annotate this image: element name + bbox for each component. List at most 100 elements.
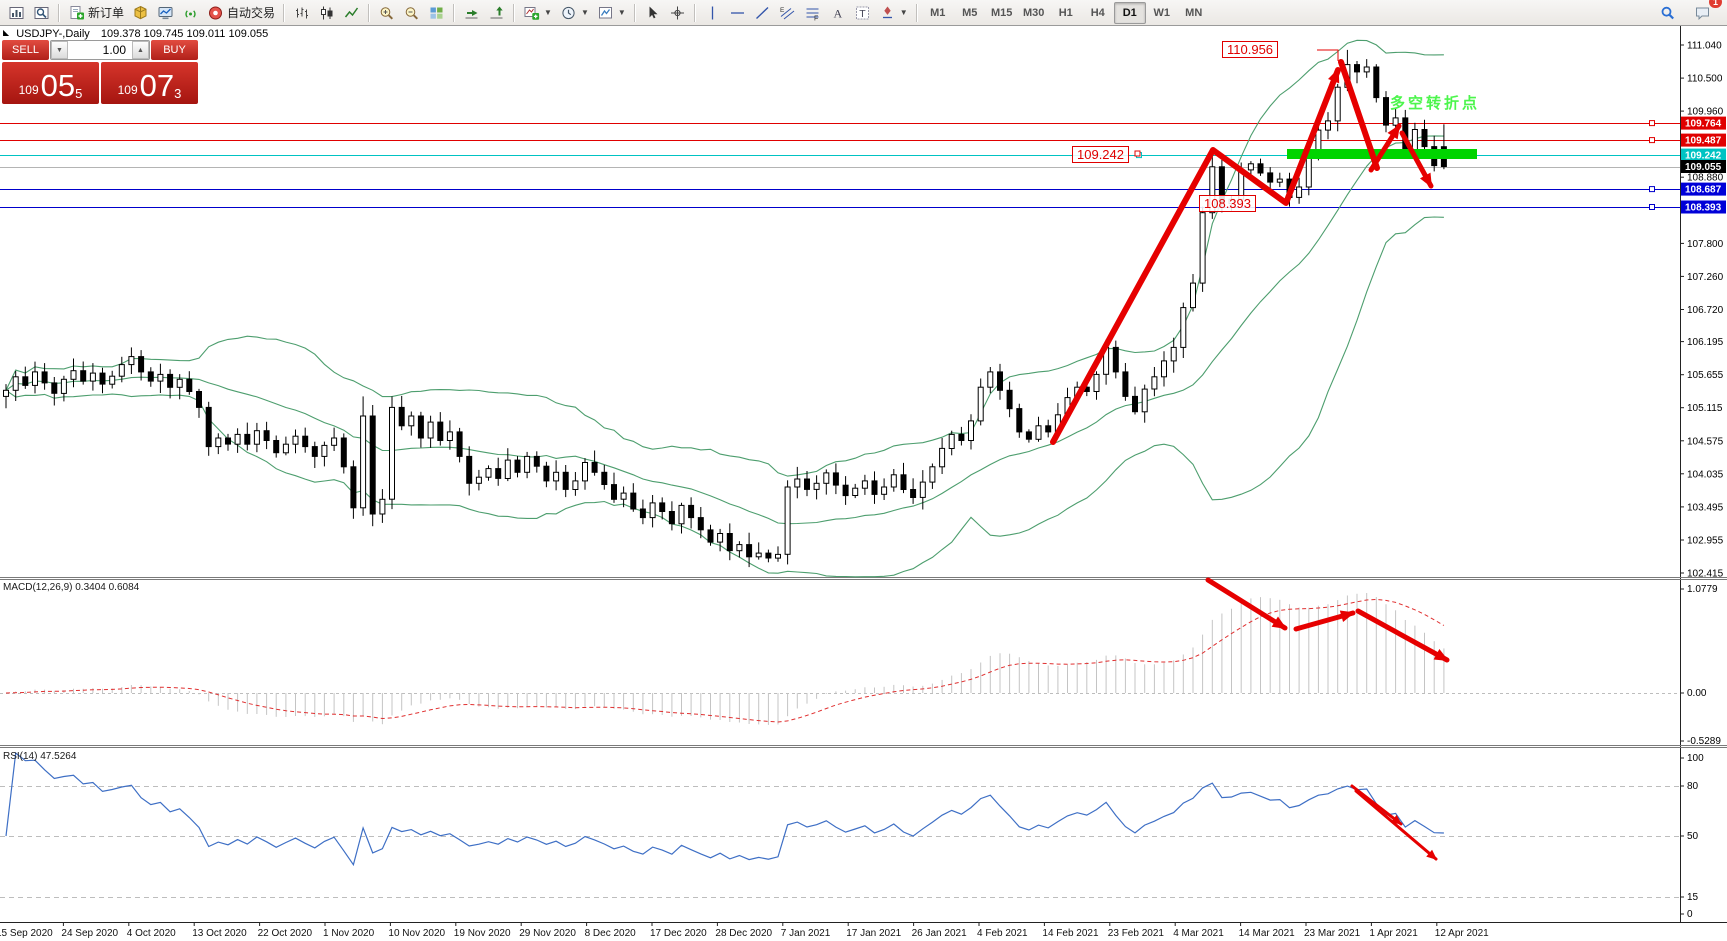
toolbar-separator — [368, 4, 370, 22]
zoom-in-icon[interactable] — [374, 1, 399, 25]
svg-text:107.260: 107.260 — [1687, 272, 1724, 283]
zoom-window-icon[interactable] — [29, 1, 54, 25]
vertical-line-icon[interactable] — [700, 1, 725, 25]
support-price-callout[interactable]: 109.242 — [1072, 146, 1129, 163]
timeframe-w1-button[interactable]: W1 — [1146, 2, 1178, 24]
timeframe-mn-button[interactable]: MN — [1178, 2, 1210, 24]
timeframe-h1-button[interactable]: H1 — [1050, 2, 1082, 24]
charts-list-icon[interactable] — [4, 1, 29, 25]
date-label: 23 Feb 2021 — [1108, 928, 1165, 939]
fibonacci-icon[interactable]: F — [800, 1, 825, 25]
chart-shift-icon[interactable] — [484, 1, 509, 25]
chat-icon[interactable]: 1 — [1690, 1, 1715, 25]
svg-text:109.487: 109.487 — [1685, 136, 1722, 147]
volume-input[interactable]: 1.00 — [68, 41, 132, 59]
timeframe-d1-button[interactable]: D1 — [1114, 2, 1146, 24]
candlestick-icon[interactable] — [314, 1, 339, 25]
sell-button[interactable]: SELL — [2, 40, 49, 60]
svg-text:109.960: 109.960 — [1687, 107, 1724, 118]
line-handle[interactable] — [1650, 205, 1655, 210]
breakdown-price-callout[interactable]: 108.393 — [1199, 195, 1256, 212]
arrows-button[interactable]: ▼ — [875, 1, 912, 25]
market-watch-icon[interactable] — [128, 1, 153, 25]
new-order-button[interactable]: 新订单 — [64, 1, 128, 25]
trend-zigzag-arrows[interactable] — [1053, 62, 1431, 442]
line-handle[interactable] — [1650, 121, 1655, 126]
svg-text:1.0779: 1.0779 — [1687, 584, 1718, 595]
bid-price-button[interactable]: 109055 — [2, 62, 99, 104]
date-label: 17 Dec 2020 — [650, 928, 707, 939]
trendline-icon[interactable] — [750, 1, 775, 25]
svg-text:-0.5289: -0.5289 — [1687, 736, 1721, 747]
buy-button[interactable]: BUY — [151, 40, 198, 60]
crosshair-icon[interactable] — [665, 1, 690, 25]
turning-point-text[interactable]: 多空转折点 — [1390, 92, 1480, 113]
svg-text:106.720: 106.720 — [1687, 305, 1724, 316]
date-label: 1 Nov 2020 — [323, 928, 375, 939]
templates-button — [597, 5, 614, 21]
label-icon[interactable]: T — [850, 1, 875, 25]
svg-text:T: T — [859, 8, 866, 20]
line-handle[interactable] — [1650, 138, 1655, 143]
ask-big: 07 — [140, 71, 174, 101]
candlesticks — [4, 50, 1447, 567]
ask-price-button[interactable]: 109073 — [101, 62, 198, 104]
chevron-down-icon[interactable]: ▼ — [618, 8, 626, 17]
chevron-down-icon[interactable]: ▼ — [544, 8, 552, 17]
support-callout-handle[interactable] — [1135, 151, 1140, 156]
rsi-trend-arrows[interactable] — [1352, 786, 1436, 859]
bar-chart-icon — [293, 5, 310, 21]
line-handle[interactable] — [1650, 187, 1655, 192]
toolbar-separator — [58, 4, 60, 22]
timeframe-h4-button[interactable]: H4 — [1082, 2, 1114, 24]
collapse-marker-icon[interactable]: ◣ — [3, 28, 9, 37]
timeframe-m5-button[interactable]: M5 — [954, 2, 986, 24]
bid-big: 05 — [41, 71, 75, 101]
chevron-down-icon[interactable]: ▼ — [581, 8, 589, 17]
timeframe-m15-button[interactable]: M15 — [986, 2, 1018, 24]
date-label: 17 Jan 2021 — [846, 928, 901, 939]
date-label: 4 Oct 2020 — [127, 928, 176, 939]
autotrading-button[interactable]: 自动交易 — [203, 1, 279, 25]
periods-button[interactable]: ▼ — [556, 1, 593, 25]
indicators-button[interactable]: ▼ — [519, 1, 556, 25]
peak-price-callout[interactable]: 110.956 — [1222, 41, 1278, 58]
ohlc-readout: 109.378 109.745 109.011 109.055 — [101, 28, 268, 40]
volume-down-button[interactable]: ▼ — [51, 41, 68, 59]
text-icon: A — [829, 5, 846, 21]
date-label: 8 Dec 2020 — [585, 928, 637, 939]
signals-icon[interactable] — [178, 1, 203, 25]
data-window-icon[interactable] — [153, 1, 178, 25]
svg-text:110.500: 110.500 — [1687, 74, 1723, 85]
bar-chart-icon[interactable] — [289, 1, 314, 25]
templates-button[interactable]: ▼ — [593, 1, 630, 25]
search-icon[interactable] — [1655, 1, 1680, 25]
market-watch-icon — [132, 5, 149, 21]
timeframe-m1-button[interactable]: M1 — [922, 2, 954, 24]
svg-text:111.040: 111.040 — [1687, 41, 1722, 52]
line-chart-icon[interactable] — [339, 1, 364, 25]
channel-icon[interactable]: E — [775, 1, 800, 25]
text-icon[interactable]: A — [825, 1, 850, 25]
macd-pane: 1.07790.00-0.5289 — [0, 584, 1721, 747]
svg-text:E: E — [780, 7, 785, 14]
new-order-button-label: 新订单 — [88, 4, 124, 21]
chart-canvas[interactable]: 111.040110.500109.960108.880107.800107.2… — [0, 0, 1727, 941]
tile-windows-icon[interactable] — [424, 1, 449, 25]
toolbar-separator — [513, 4, 515, 22]
date-label: 1 Apr 2021 — [1369, 928, 1418, 939]
chevron-down-icon[interactable]: ▼ — [900, 8, 908, 17]
auto-scroll-icon[interactable] — [459, 1, 484, 25]
timeframe-m30-button[interactable]: M30 — [1018, 2, 1050, 24]
horizontal-line-icon[interactable] — [725, 1, 750, 25]
zoom-out-icon[interactable] — [399, 1, 424, 25]
cursor-icon[interactable] — [640, 1, 665, 25]
time-axis: 15 Sep 202024 Sep 20204 Oct 202013 Oct 2… — [0, 922, 1489, 939]
main-toolbar: 新订单 自动交易 ▼ ▼ ▼ E FA T ▼ M1M5M15M30H1H4D1W1MN 1 — [0, 0, 1727, 26]
charts-list-icon — [8, 5, 25, 21]
autotrading-button-label: 自动交易 — [227, 4, 275, 21]
date-label: 15 Sep 2020 — [0, 928, 53, 939]
volume-up-button[interactable]: ▲ — [132, 41, 149, 59]
svg-text:104.575: 104.575 — [1687, 436, 1724, 447]
bid-prefix: 109 — [19, 83, 39, 97]
